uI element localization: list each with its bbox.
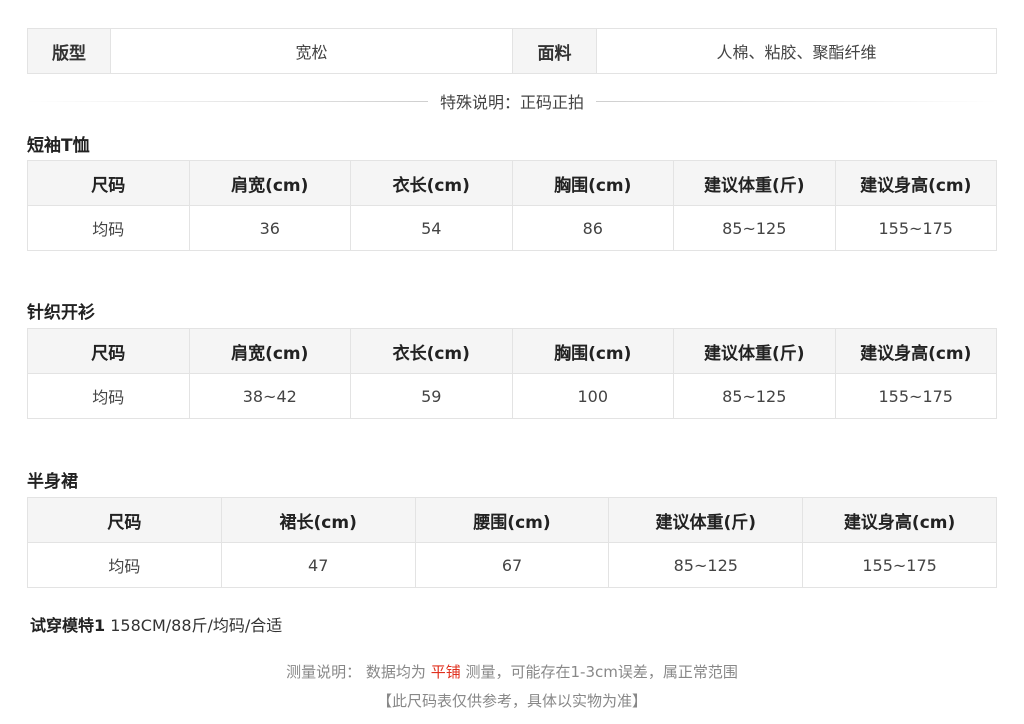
- section-title-tshirt: 短袖T恤: [27, 136, 90, 156]
- model-value: 158CM/88斤/均码/合适: [110, 616, 283, 635]
- table-cell: 均码: [27, 542, 222, 588]
- header-cell: 建议体重(斤): [608, 497, 804, 543]
- fabric-value: 人棉、粘胶、聚酯纤维: [716, 43, 877, 62]
- header-cell: 尺码: [27, 160, 190, 206]
- header-cell: 腰围(cm): [414, 497, 610, 543]
- special-note-divider: 特殊说明：正码正拍: [27, 90, 998, 112]
- header-cell: 建议身高(cm): [834, 328, 997, 374]
- table-cell: 67: [414, 542, 610, 588]
- table-cell: 85~125: [673, 373, 836, 419]
- table-cell: 59: [350, 373, 513, 419]
- table-cell: 155~175: [834, 205, 997, 251]
- table-cell: 均码: [27, 205, 190, 251]
- product-info-table: 版型 宽松 面料 人棉、粘胶、聚酯纤维: [27, 28, 997, 74]
- table-cell: 155~175: [834, 373, 997, 419]
- table-row: 均码 47 67 85~125 155~175: [27, 542, 997, 588]
- model-label: 试穿模特1: [30, 616, 106, 635]
- header-cell: 胸围(cm): [511, 328, 674, 374]
- header-cell: 建议体重(斤): [673, 160, 836, 206]
- size-table-tshirt: 尺码 肩宽(cm) 衣长(cm) 胸围(cm) 建议体重(斤) 建议身高(cm)…: [27, 160, 997, 251]
- header-cell: 肩宽(cm): [188, 160, 351, 206]
- special-note: 特殊说明：正码正拍: [440, 93, 585, 112]
- section-title-cardigan: 针织开衫: [27, 303, 95, 323]
- table-cell: 47: [220, 542, 416, 588]
- measure-highlight: 平铺: [430, 663, 461, 681]
- section-title-skirt: 半身裙: [27, 472, 78, 492]
- header-cell: 裙长(cm): [220, 497, 416, 543]
- table-header-row: 尺码 肩宽(cm) 衣长(cm) 胸围(cm) 建议体重(斤) 建议身高(cm): [27, 160, 997, 206]
- table-cell: 155~175: [802, 542, 997, 588]
- measure-note: 测量说明： 数据均为 平铺 测量，可能存在1-3cm误差，属正常范围: [0, 661, 1024, 682]
- header-cell: 尺码: [27, 328, 190, 374]
- header-cell: 建议身高(cm): [834, 160, 997, 206]
- model-info: 试穿模特1 158CM/88斤/均码/合适: [30, 612, 282, 636]
- table-cell: 85~125: [608, 542, 804, 588]
- disclaimer: 【此尺码表仅供参考，具体以实物为准】: [376, 692, 647, 710]
- header-cell: 尺码: [27, 497, 222, 543]
- table-cell: 36: [188, 205, 351, 251]
- table-cell: 54: [350, 205, 513, 251]
- fit-label: 版型: [28, 29, 111, 73]
- table-cell: 38~42: [188, 373, 351, 419]
- divider-line-right: [596, 100, 998, 102]
- table-row: 均码 36 54 86 85~125 155~175: [27, 205, 997, 251]
- table-cell: 85~125: [673, 205, 836, 251]
- header-cell: 建议身高(cm): [802, 497, 997, 543]
- header-cell: 胸围(cm): [511, 160, 674, 206]
- measure-prefix: 测量说明： 数据均为: [286, 663, 426, 681]
- fit-value: 宽松: [111, 29, 513, 73]
- size-table-cardigan: 尺码 肩宽(cm) 衣长(cm) 胸围(cm) 建议体重(斤) 建议身高(cm)…: [27, 328, 997, 419]
- size-table-skirt: 尺码 裙长(cm) 腰围(cm) 建议体重(斤) 建议身高(cm) 均码 47 …: [27, 497, 997, 588]
- table-row: 均码 38~42 59 100 85~125 155~175: [27, 373, 997, 419]
- header-cell: 建议体重(斤): [673, 328, 836, 374]
- header-cell: 衣长(cm): [350, 328, 513, 374]
- table-cell: 100: [511, 373, 674, 419]
- header-cell: 肩宽(cm): [188, 328, 351, 374]
- divider-line-left: [27, 100, 428, 102]
- table-header-row: 尺码 肩宽(cm) 衣长(cm) 胸围(cm) 建议体重(斤) 建议身高(cm): [27, 328, 997, 374]
- header-cell: 衣长(cm): [350, 160, 513, 206]
- table-header-row: 尺码 裙长(cm) 腰围(cm) 建议体重(斤) 建议身高(cm): [27, 497, 997, 543]
- table-cell: 86: [511, 205, 674, 251]
- table-cell: 均码: [27, 373, 190, 419]
- measure-suffix: 测量，可能存在1-3cm误差，属正常范围: [465, 663, 738, 681]
- fabric-label: 面料: [513, 29, 597, 73]
